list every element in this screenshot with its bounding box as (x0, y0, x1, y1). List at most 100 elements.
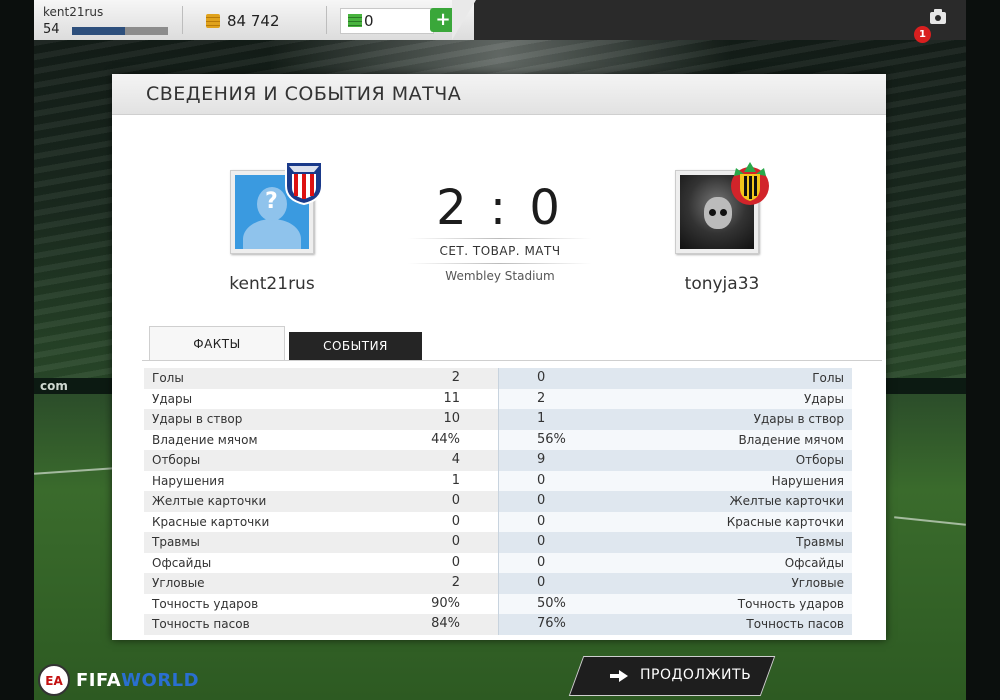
stat-value-away: 0 (537, 493, 546, 508)
stat-value-away: 0 (537, 370, 546, 385)
stat-label-home: Владение мячом (152, 432, 258, 447)
stat-value-away: 0 (537, 554, 546, 570)
match-score: 2 : 0 (436, 180, 564, 236)
stat-row: Точность ударов 90% 50% Точность ударов (144, 593, 852, 614)
logo-fifa-text: FIFA (76, 670, 122, 691)
stat-value-away: 0 (537, 575, 546, 590)
stat-label-away: Удары в створ (753, 412, 844, 426)
stat-label-away: Офсайды (784, 555, 844, 570)
match-details-panel: СВЕДЕНИЯ И СОБЫТИЯ МАТЧА ? kent21rus 2 :… (112, 74, 886, 640)
continue-label[interactable]: ПРОДОЛЖИТЬ (640, 667, 751, 683)
board-text: com (40, 379, 68, 393)
stat-value-away: 0 (537, 513, 546, 529)
panel-title: СВЕДЕНИЯ И СОБЫТИЯ МАТЧА (146, 83, 462, 105)
stat-label-away: Удары (803, 391, 844, 406)
stat-row: Голы 2 0 Голы (144, 368, 852, 389)
stat-row: Точность пасов 84% 76% Точность пасов (144, 614, 852, 635)
profile-block[interactable]: kent21rus 54 (34, 0, 182, 40)
tab-facts[interactable]: ФАКТЫ (149, 326, 285, 361)
row-divider (498, 470, 499, 491)
stat-label-away: Голы (812, 371, 844, 385)
stat-value-away: 50% (537, 595, 566, 611)
stat-row: Удары 11 2 Удары (144, 388, 852, 409)
coins-icon (206, 14, 220, 28)
stat-label-away: Желтые карточки (729, 494, 844, 508)
away-player-name: tonyja33 (684, 274, 760, 294)
top-bar: kent21rus 54 84 742 0 + 1 (34, 0, 966, 43)
stat-value-home: 10 (443, 411, 460, 426)
right-letterbox (966, 0, 1000, 700)
stat-value-home: 11 (443, 390, 460, 406)
top-bar-slant (452, 0, 476, 40)
top-bar-info: kent21rus 54 84 742 0 + (34, 0, 474, 40)
stat-label-away: Угловые (791, 576, 844, 590)
stat-label-away: Точность пасов (746, 617, 844, 631)
tab-events[interactable]: СОБЫТИЯ (289, 332, 422, 360)
camera-icon[interactable] (930, 9, 946, 24)
stat-label-away: Травмы (796, 535, 844, 549)
pitch-line (34, 467, 114, 475)
row-divider (498, 552, 499, 573)
row-divider (498, 614, 499, 635)
stat-row: Желтые карточки 0 0 Желтые карточки (144, 491, 852, 512)
notification-badge[interactable]: 1 (914, 26, 931, 43)
stat-label-away: Точность ударов (737, 596, 844, 611)
coin-balance: 84 742 (227, 12, 280, 30)
row-divider (498, 491, 499, 512)
row-divider (498, 593, 499, 614)
stat-label-home: Травмы (152, 535, 200, 549)
stadium-name: Wembley Stadium (445, 269, 555, 283)
stat-value-away: 76% (537, 616, 566, 631)
atletico-crest-icon (285, 161, 323, 206)
stat-value-home: 4 (451, 452, 460, 467)
stat-label-home: Голы (152, 371, 184, 385)
stat-label-home: Желтые карточки (152, 494, 267, 508)
kuban-crest-icon (731, 162, 769, 205)
stat-label-home: Нарушения (152, 473, 225, 488)
stat-row: Красные карточки 0 0 Красные карточки (144, 511, 852, 532)
stat-value-home: 1 (451, 472, 460, 488)
pitch-line (894, 516, 966, 526)
ea-sports-icon: EA (38, 664, 70, 696)
stat-value-home: 44% (431, 431, 460, 447)
stat-value-away: 0 (537, 534, 546, 549)
avatar-eye (709, 209, 716, 216)
stat-value-away: 9 (537, 452, 546, 467)
left-letterbox (0, 0, 34, 700)
stat-row: Удары в створ 10 1 Удары в створ (144, 409, 852, 430)
stat-row: Отборы 4 9 Отборы (144, 450, 852, 471)
divider (326, 6, 327, 34)
xp-progress-fill (72, 27, 125, 35)
row-divider (498, 511, 499, 532)
fifa-points-balance: 0 (364, 12, 374, 30)
logo-world-text: WORLD (121, 670, 200, 691)
stat-label-away: Красные карточки (726, 514, 844, 529)
stat-value-away: 2 (537, 390, 546, 406)
stat-label-away: Владение мячом (738, 432, 844, 447)
stat-value-home: 2 (451, 575, 460, 590)
stat-value-home: 2 (451, 370, 460, 385)
stat-label-home: Точность пасов (152, 617, 250, 631)
stat-value-away: 56% (537, 431, 566, 447)
stat-value-home: 0 (451, 534, 460, 549)
row-divider (498, 368, 499, 389)
question-mark-icon: ? (265, 189, 278, 214)
tab-underline (142, 360, 882, 361)
stat-label-home: Угловые (152, 576, 205, 590)
fifa-points-icon (348, 14, 362, 27)
row-divider (498, 450, 499, 471)
row-divider (498, 388, 499, 409)
stat-value-home: 84% (431, 616, 460, 631)
stat-value-home: 0 (451, 554, 460, 570)
stat-row: Травмы 0 0 Травмы (144, 532, 852, 553)
home-player-name: kent21rus (229, 274, 315, 294)
silhouette-body (243, 219, 301, 249)
player-level: 54 (43, 22, 60, 37)
fifa-world-logo: EA FIFAWORLD (38, 664, 200, 700)
stat-row: Нарушения 1 0 Нарушения (144, 470, 852, 491)
stat-label-home: Удары (152, 391, 193, 406)
player-name: kent21rus (43, 5, 104, 19)
stat-row: Угловые 2 0 Угловые (144, 573, 852, 594)
stat-label-home: Удары в створ (152, 412, 243, 426)
stat-value-away: 1 (537, 411, 546, 426)
